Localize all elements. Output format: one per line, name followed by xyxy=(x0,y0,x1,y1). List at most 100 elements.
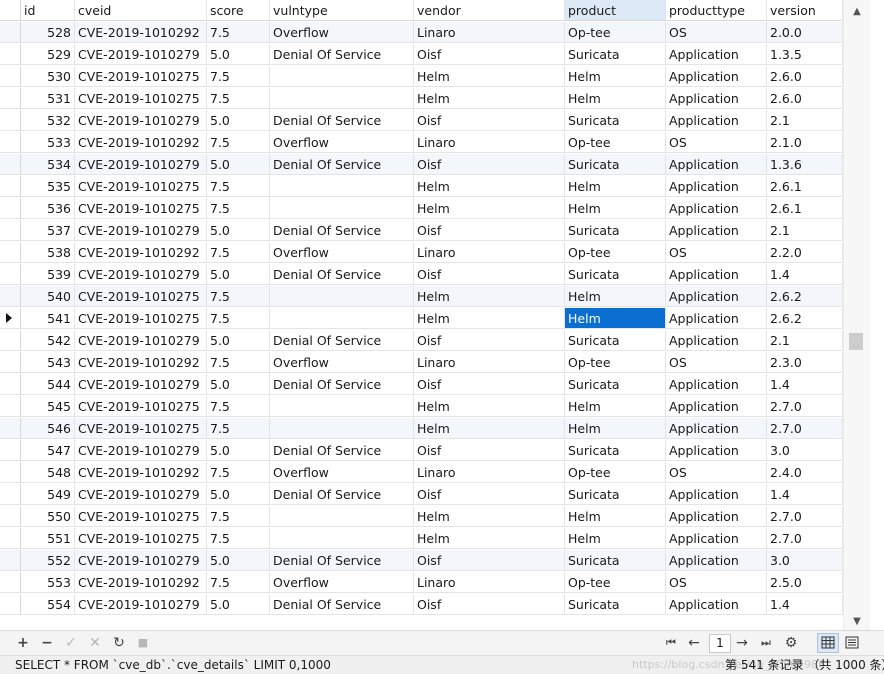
cell-product[interactable]: Helm xyxy=(565,286,666,307)
scroll-down-icon[interactable]: ▼ xyxy=(850,616,864,628)
cell-id[interactable]: 546 xyxy=(21,418,75,439)
row-header[interactable] xyxy=(0,550,21,571)
row-header[interactable] xyxy=(0,88,21,109)
table-row[interactable]: 549 CVE-2019-1010279 5.0 Denial Of Service O… xyxy=(0,484,843,506)
cell-vulntype[interactable]: Denial Of Service xyxy=(270,220,414,241)
cell-vulntype[interactable]: Overflow xyxy=(270,242,414,263)
cell-vendor[interactable]: Oisf xyxy=(414,440,565,461)
cell-version[interactable]: 1.4 xyxy=(767,484,843,505)
cell-vendor[interactable]: Oisf xyxy=(414,220,565,241)
cell-score[interactable]: 7.5 xyxy=(207,132,270,153)
cell-vendor[interactable]: Helm xyxy=(414,66,565,87)
table-row[interactable]: 532 CVE-2019-1010279 5.0 Denial Of Service O… xyxy=(0,110,843,132)
cell-version[interactable]: 2.1 xyxy=(767,220,843,241)
cell-score[interactable]: 5.0 xyxy=(207,44,270,65)
cell-cveid[interactable]: CVE-2019-1010279 xyxy=(75,374,207,395)
prev-page-icon[interactable]: ← xyxy=(685,634,703,652)
cell-cveid[interactable]: CVE-2019-1010292 xyxy=(75,22,207,43)
row-header[interactable] xyxy=(0,242,21,263)
cell-producttype[interactable]: Application xyxy=(666,396,767,417)
cell-score[interactable]: 5.0 xyxy=(207,220,270,241)
cell-id[interactable]: 537 xyxy=(21,220,75,241)
row-header[interactable] xyxy=(0,308,21,329)
cell-version[interactable]: 2.2.0 xyxy=(767,242,843,263)
cell-vulntype[interactable]: Overflow xyxy=(270,462,414,483)
cell-vulntype[interactable]: Overflow xyxy=(270,22,414,43)
cell-producttype[interactable]: Application xyxy=(666,330,767,351)
cell-vendor[interactable]: Linaro xyxy=(414,572,565,593)
cell-producttype[interactable]: Application xyxy=(666,286,767,307)
cell-score[interactable]: 7.5 xyxy=(207,506,270,527)
cell-vendor[interactable]: Linaro xyxy=(414,462,565,483)
cell-vulntype[interactable]: Denial Of Service xyxy=(270,374,414,395)
cell-id[interactable]: 535 xyxy=(21,176,75,197)
cell-producttype[interactable]: OS xyxy=(666,132,767,153)
cell-product[interactable]: Op-tee xyxy=(565,572,666,593)
row-header[interactable] xyxy=(0,506,21,527)
cell-vendor[interactable]: Helm xyxy=(414,176,565,197)
data-grid[interactable]: id cveid score vulntype vendor product p… xyxy=(0,0,843,622)
cell-version[interactable]: 2.4.0 xyxy=(767,462,843,483)
cell-version[interactable]: 3.0 xyxy=(767,440,843,461)
cell-product[interactable]: Suricata xyxy=(565,330,666,351)
cell-product[interactable]: Helm xyxy=(565,198,666,219)
cell-score[interactable]: 7.5 xyxy=(207,88,270,109)
table-row[interactable]: 554 CVE-2019-1010279 5.0 Denial Of Service O… xyxy=(0,594,843,616)
cell-vendor[interactable]: Oisf xyxy=(414,264,565,285)
cell-cveid[interactable]: CVE-2019-1010275 xyxy=(75,198,207,219)
cell-producttype[interactable]: Application xyxy=(666,88,767,109)
cell-vendor[interactable]: Oisf xyxy=(414,110,565,131)
cell-cveid[interactable]: CVE-2019-1010292 xyxy=(75,242,207,263)
cell-vendor[interactable]: Helm xyxy=(414,198,565,219)
column-header-score[interactable]: score xyxy=(207,0,270,21)
cell-id[interactable]: 529 xyxy=(21,44,75,65)
cell-version[interactable]: 2.7.0 xyxy=(767,528,843,549)
cell-vulntype[interactable]: Denial Of Service xyxy=(270,594,414,615)
cell-id[interactable]: 536 xyxy=(21,198,75,219)
cell-vulntype[interactable]: Denial Of Service xyxy=(270,550,414,571)
cell-id[interactable]: 533 xyxy=(21,132,75,153)
table-row[interactable]: 531 CVE-2019-1010275 7.5 Helm Helm Applicatio… xyxy=(0,88,843,110)
table-row[interactable]: 542 CVE-2019-1010279 5.0 Denial Of Service O… xyxy=(0,330,843,352)
stop-icon[interactable]: ■ xyxy=(134,634,152,652)
cell-producttype[interactable]: Application xyxy=(666,440,767,461)
cell-vendor[interactable]: Oisf xyxy=(414,330,565,351)
column-header-cveid[interactable]: cveid xyxy=(75,0,207,21)
cell-vulntype[interactable] xyxy=(270,66,414,87)
cell-cveid[interactable]: CVE-2019-1010279 xyxy=(75,220,207,241)
table-row[interactable]: 545 CVE-2019-1010275 7.5 Helm Helm Applicatio… xyxy=(0,396,843,418)
cell-vendor[interactable]: Oisf xyxy=(414,550,565,571)
cell-id[interactable]: 549 xyxy=(21,484,75,505)
cell-score[interactable]: 7.5 xyxy=(207,352,270,373)
cell-id[interactable]: 541 xyxy=(21,308,75,329)
row-header[interactable] xyxy=(0,418,21,439)
cell-version[interactable]: 1.3.6 xyxy=(767,154,843,175)
cell-version[interactable]: 2.1.0 xyxy=(767,132,843,153)
cell-vulntype[interactable]: Overflow xyxy=(270,352,414,373)
cell-producttype[interactable]: Application xyxy=(666,66,767,87)
row-header[interactable] xyxy=(0,462,21,483)
cell-product[interactable]: Helm xyxy=(565,506,666,527)
table-row[interactable]: 536 CVE-2019-1010275 7.5 Helm Helm Applicatio… xyxy=(0,198,843,220)
cell-vendor[interactable]: Helm xyxy=(414,506,565,527)
cell-vulntype[interactable]: Denial Of Service xyxy=(270,44,414,65)
cell-cveid[interactable]: CVE-2019-1010279 xyxy=(75,330,207,351)
cell-vulntype[interactable]: Denial Of Service xyxy=(270,154,414,175)
cell-version[interactable]: 2.6.1 xyxy=(767,176,843,197)
cell-product[interactable]: Suricata xyxy=(565,484,666,505)
vertical-scrollbar[interactable]: ▲ ▼ xyxy=(843,0,870,630)
row-header[interactable] xyxy=(0,220,21,241)
cell-producttype[interactable]: Application xyxy=(666,594,767,615)
cell-version[interactable]: 2.3.0 xyxy=(767,352,843,373)
delete-record-icon[interactable]: − xyxy=(38,634,56,652)
cell-product[interactable]: Suricata xyxy=(565,550,666,571)
cell-cveid[interactable]: CVE-2019-1010292 xyxy=(75,352,207,373)
column-header-id[interactable]: id xyxy=(21,0,75,21)
cell-product[interactable]: Suricata xyxy=(565,440,666,461)
cell-product[interactable]: Helm xyxy=(565,66,666,87)
cell-version[interactable]: 3.0 xyxy=(767,550,843,571)
cell-product[interactable]: Helm xyxy=(565,396,666,417)
row-header[interactable] xyxy=(0,594,21,615)
cell-producttype[interactable]: Application xyxy=(666,264,767,285)
cell-vulntype[interactable]: Denial Of Service xyxy=(270,484,414,505)
